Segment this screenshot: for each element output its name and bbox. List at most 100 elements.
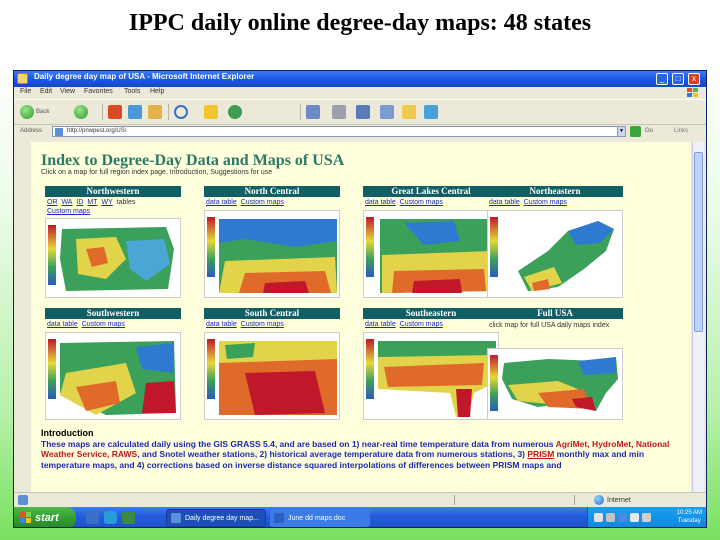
link-id[interactable]: ID [76,199,83,206]
map-northwestern[interactable] [45,218,181,298]
page-subheading: Click on a map for full region index pag… [41,169,273,176]
network-icon[interactable] [618,513,627,522]
mail-button[interactable] [306,104,320,120]
region-links: data table Custom maps [365,199,445,206]
browser-window: Daily degree day map of USA - Microsoft … [13,70,707,528]
quicklaunch-media-icon[interactable] [122,511,135,524]
menu-edit[interactable]: Edit [40,88,52,95]
region-title[interactable]: Southwestern [45,308,181,319]
region-title[interactable]: Northeastern [487,186,623,197]
link-wa[interactable]: WA [61,199,72,206]
home-button[interactable] [148,104,162,120]
map-southeastern[interactable] [363,332,499,420]
volume-icon[interactable] [642,513,651,522]
data-table-link[interactable]: data table [489,199,520,206]
menu-help[interactable]: Help [150,88,164,95]
edit-button[interactable] [356,104,370,120]
map-north-central[interactable] [204,210,340,298]
history-button[interactable] [228,104,242,120]
menu-view[interactable]: View [60,88,75,95]
custom-maps-link[interactable]: Custom maps [241,199,284,206]
links-button[interactable]: Links [674,128,688,134]
custom-maps-link[interactable]: Custom maps [524,199,567,206]
start-label: start [35,512,59,524]
region-title[interactable]: Southeastern [363,308,499,319]
minimize-button[interactable]: _ [656,73,668,85]
degree-day-map-image [364,211,498,297]
region-northeastern: Northeastern data table Custom maps [487,186,623,300]
map-south-central[interactable] [204,332,340,420]
custom-maps-link[interactable]: Custom maps [47,208,90,215]
region-title[interactable]: Full USA [487,308,623,319]
window-title: Daily degree day map of USA - Microsoft … [34,72,255,81]
data-table-link[interactable]: data table [365,321,396,328]
custom-maps-link[interactable]: Custom maps [82,321,125,328]
address-url: http://pnwpest.org/US/ [67,128,127,134]
favorites-button[interactable] [204,104,218,120]
scrollbar-thumb[interactable] [694,152,703,332]
forward-button[interactable] [74,104,88,120]
address-input[interactable]: http://pnwpest.org/US/ [52,126,622,137]
tray-icon[interactable] [594,513,603,522]
go-arrow-icon[interactable] [630,126,641,137]
windows-logo-icon [20,512,31,523]
address-label: Address [20,128,43,134]
messenger-button[interactable] [424,104,438,120]
custom-maps-link[interactable]: Custom maps [400,321,443,328]
menu-favorites[interactable]: Favorites [84,88,113,95]
intro-text-1: These maps are calculated daily using th… [41,438,556,449]
region-title[interactable]: Northwestern [45,186,181,197]
custom-maps-link[interactable]: Custom maps [241,321,284,328]
mail-icon [306,105,320,119]
map-full-usa[interactable] [487,348,623,420]
prism-link[interactable]: PRISM [527,449,554,459]
favorites-star-icon [204,105,218,119]
data-table-link[interactable]: data table [206,321,237,328]
degree-day-map-image [488,211,622,297]
start-button[interactable]: start [14,507,76,527]
discuss-button[interactable] [380,104,394,120]
address-dropdown-icon[interactable]: ▼ [617,126,626,137]
region-title[interactable]: North Central [204,186,340,197]
go-button[interactable]: Go [645,128,653,134]
custom-maps-link[interactable]: Custom maps [400,199,443,206]
quicklaunch-desktop-icon[interactable] [86,511,99,524]
back-button[interactable]: Back [20,104,49,120]
maximize-button[interactable]: □ [672,73,684,85]
clock[interactable]: 10:25 AM Tuesday [677,509,702,525]
data-table-link[interactable]: data table [47,321,78,328]
taskbar-item-document[interactable]: June dd maps.doc [270,509,370,527]
taskbar-item-browser[interactable]: Daily degree day map... [166,509,266,527]
globe-icon [594,495,604,505]
windows-logo-icon [687,88,698,97]
page-heading: Index to Degree-Day Data and Maps of USA [41,152,345,169]
link-mt[interactable]: MT [87,199,97,206]
menu-tools[interactable]: Tools [124,88,140,95]
data-table-link[interactable]: data table [365,199,396,206]
vertical-scrollbar[interactable] [692,142,704,492]
folder-button[interactable] [402,104,416,120]
link-wy[interactable]: WY [101,199,112,206]
print-button[interactable] [332,104,346,120]
link-or[interactable]: OR [47,199,58,206]
region-title[interactable]: South Central [204,308,340,319]
data-table-link[interactable]: data table [206,199,237,206]
region-title[interactable]: Great Lakes Central [363,186,499,197]
refresh-button[interactable] [128,104,142,120]
quicklaunch-ie-icon[interactable] [104,511,117,524]
tray-icon[interactable] [606,513,615,522]
search-button[interactable] [174,104,188,120]
title-bar[interactable]: Daily degree day map of USA - Microsoft … [14,71,706,87]
tray-icon[interactable] [630,513,639,522]
region-links: data table Custom maps [47,321,127,328]
task-label: June dd maps.doc [288,514,346,522]
region-full-usa: Full USA click map for full USA daily ma… [487,308,623,422]
stop-button[interactable] [108,104,122,120]
map-great-lakes-central[interactable] [363,210,499,298]
menu-file[interactable]: File [20,88,31,95]
page-icon [55,128,63,136]
map-northeastern[interactable] [487,210,623,298]
map-southwestern[interactable] [45,332,181,420]
ie-icon [17,73,28,84]
close-button[interactable]: x [688,73,700,85]
